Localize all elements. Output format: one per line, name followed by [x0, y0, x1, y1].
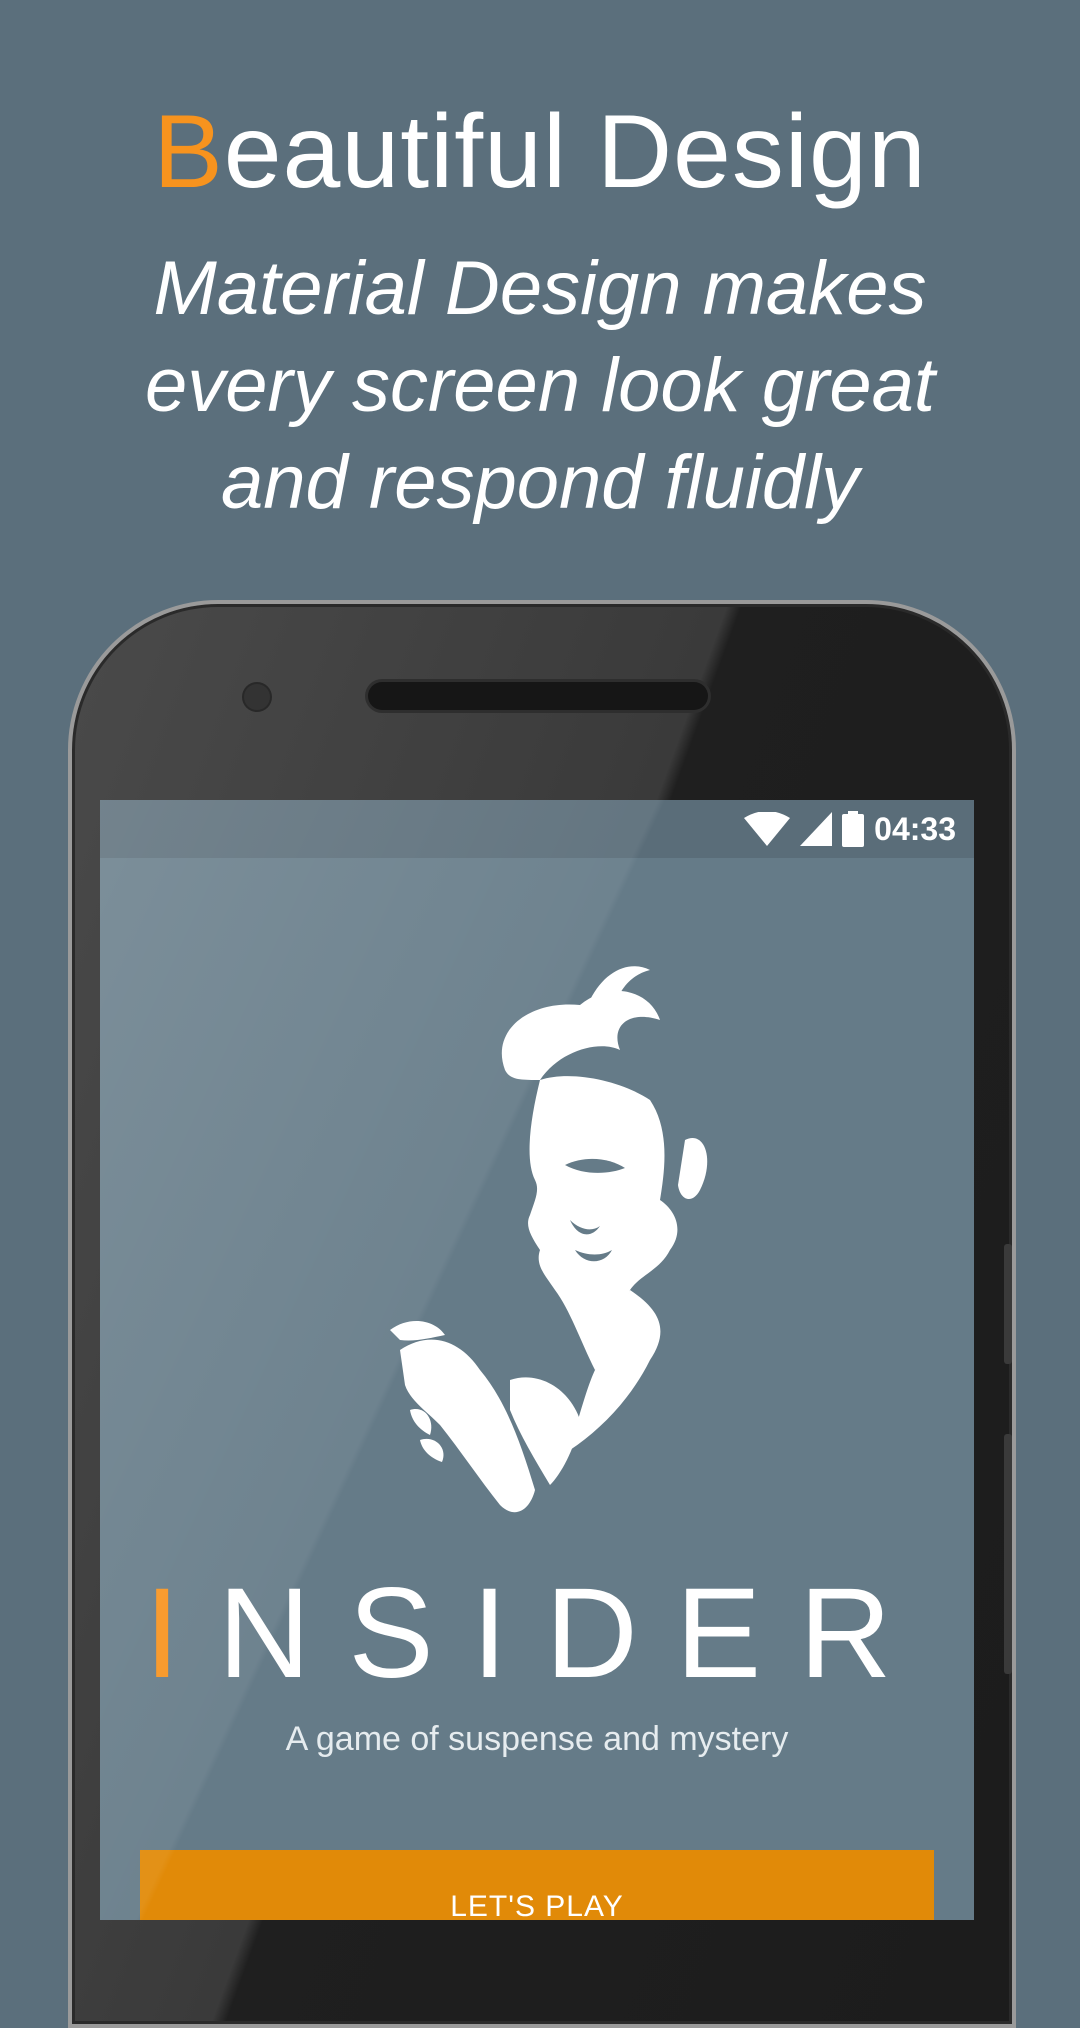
cell-signal-icon [800, 812, 833, 846]
lets-play-button[interactable]: LET'S PLAY [140, 1850, 934, 1920]
power-button [1004, 1434, 1012, 1674]
promo-headline: Beautiful Design [0, 100, 1080, 204]
status-icons: 04:33 [744, 808, 956, 850]
front-camera [244, 684, 270, 710]
promo-subheadline: Material Design makes every screen look … [145, 246, 935, 525]
volume-button [1004, 1244, 1012, 1364]
headline-text: eautiful Design [223, 94, 927, 210]
app-brand-title: INSIDER [100, 1570, 974, 1698]
status-bar: 04:33 [100, 800, 974, 858]
app-tagline: A game of suspense and mystery [285, 1720, 789, 1758]
battery-icon [842, 811, 865, 847]
wifi-icon [744, 812, 791, 846]
detective-portrait-logo [330, 930, 750, 1530]
earpiece-speaker [368, 682, 708, 710]
phone-screen: 04:33 INSIDER A game of suspense and mys… [100, 800, 974, 1920]
headline-accent-letter: B [153, 94, 224, 210]
brand-title-text: NSIDER [217, 1562, 930, 1705]
brand-accent-letter: I [144, 1562, 218, 1705]
status-time: 04:33 [874, 810, 956, 847]
